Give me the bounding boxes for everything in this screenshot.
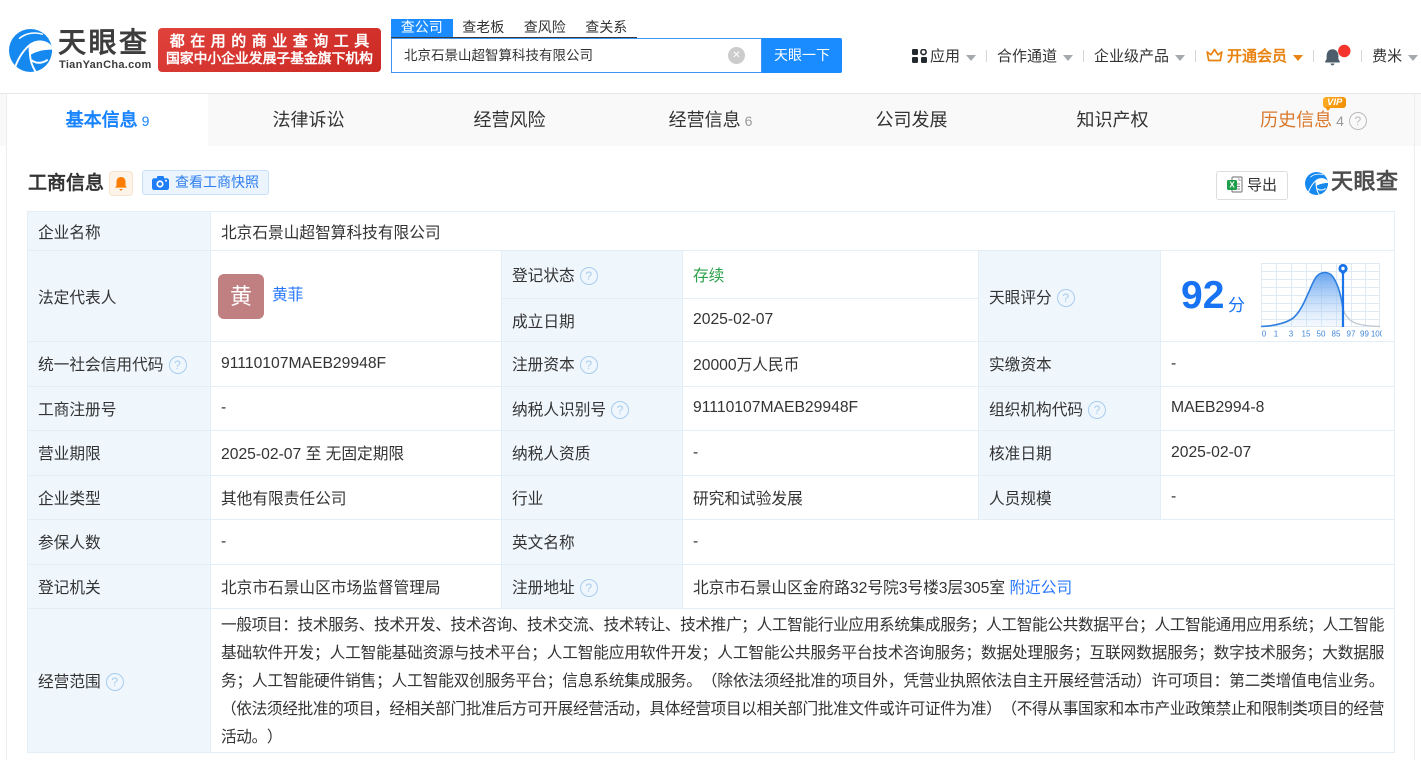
svg-text:50: 50	[1317, 330, 1326, 339]
svg-text:15: 15	[1302, 330, 1311, 339]
svg-text:85: 85	[1332, 330, 1341, 339]
svg-text:100: 100	[1371, 330, 1382, 339]
svg-text:3: 3	[1289, 330, 1294, 339]
svg-text:0: 0	[1262, 330, 1267, 339]
svg-text:X: X	[1229, 181, 1235, 190]
svg-text:99: 99	[1360, 330, 1369, 339]
svg-text:1: 1	[1274, 330, 1279, 339]
svg-text:97: 97	[1347, 330, 1356, 339]
